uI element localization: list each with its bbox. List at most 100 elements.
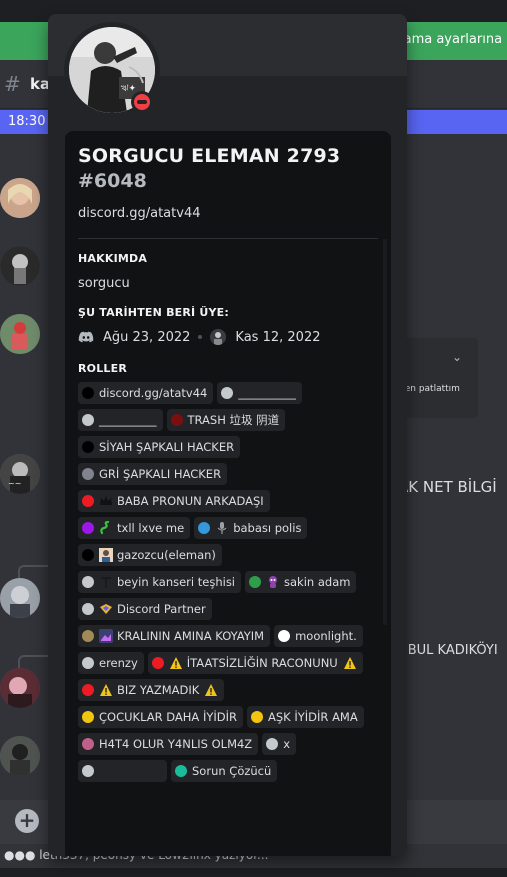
discord-join-date: Ağu 23, 2022 [103, 329, 191, 345]
microphone-icon [215, 521, 229, 535]
message-text: NBUL KADIKÖYI [398, 643, 498, 658]
embed-text: ben patlattım [399, 384, 460, 394]
notification-banner-text: lama ayarlarına [400, 32, 503, 47]
role-pill[interactable]: GRİ ŞAPKALI HACKER [78, 463, 228, 485]
discord-logo-icon [78, 331, 94, 343]
status-indicator [131, 91, 153, 113]
message-text: AK NET BİLGİ [398, 478, 497, 496]
role-name: BABA PRONUN ARKADAŞI [117, 494, 264, 508]
role-color-dot [170, 414, 183, 426]
role-color-dot [175, 765, 187, 777]
role-color-dot [82, 684, 94, 696]
role-color-dot [82, 549, 94, 561]
role-pill[interactable]: __________ [217, 382, 302, 404]
new-messages-time: 18:30 [8, 114, 46, 129]
role-pill[interactable]: __________ [78, 409, 163, 431]
roles-title: ROLLER [78, 362, 128, 375]
avatar[interactable] [0, 668, 40, 708]
display-name[interactable]: SORGUCU ELEMAN 2793 [78, 145, 340, 167]
role-color-dot [278, 630, 291, 642]
role-pill[interactable]: TRASH 垃圾 阴道 [166, 409, 286, 431]
avatar[interactable] [0, 314, 40, 354]
role-pill[interactable]: SİYAH ŞAPKALI HACKER [78, 436, 241, 458]
role-name: beyin kanseri teşhisi [117, 575, 236, 589]
role-name: babası polis [233, 521, 302, 535]
role-color-dot [82, 711, 94, 723]
role-pill[interactable]: erenzy [78, 652, 144, 674]
server-join-date: Kas 12, 2022 [235, 329, 321, 345]
about-me-title: HAKKIMDA [78, 252, 148, 265]
do-not-disturb-icon [134, 94, 150, 110]
role-pill[interactable]: AŞK İYİDİR AMA [247, 706, 364, 728]
role-color-dot [198, 522, 211, 534]
role-name: discord.gg/atatv44 [99, 386, 208, 400]
t-letter-icon [99, 575, 113, 589]
role-color-dot [82, 738, 94, 750]
role-pill[interactable]: BIZ YAZMADIK [78, 679, 225, 701]
role-pill[interactable]: discord.gg/atatv44 [78, 382, 214, 404]
role-color-dot [82, 387, 94, 399]
role-name: Sorun Çözücü [192, 764, 272, 778]
role-pill[interactable]: ÇOCUKLAR DAHA İYİDİR [78, 706, 243, 728]
divider [78, 238, 378, 239]
role-name: TRASH 垃圾 阴道 [187, 413, 280, 427]
role-name: AŞK İYİDİR AMA [268, 710, 358, 724]
partner-icon [99, 602, 113, 616]
window-bottom-strip [0, 868, 507, 877]
role-color-dot [221, 387, 234, 399]
role-pill[interactable]: BABA PRONUN ARKADAŞI [78, 490, 270, 512]
member-since-title: ŞU TARİHTEN BERİ ÜYE: [78, 306, 229, 319]
role-pill[interactable]: beyin kanseri teşhisi [78, 571, 242, 593]
role-name: moonlight. [295, 629, 357, 643]
server-icon [210, 329, 227, 345]
role-pill[interactable]: İTAATSİZLİĞİN RACONUNU [147, 652, 363, 674]
about-me-text: sorgucu [78, 276, 130, 291]
role-pill[interactable]: x [262, 733, 296, 755]
role-pill[interactable]: KRALININ AMINA KOYAYIM [78, 625, 271, 647]
role-pill[interactable]: gazozcu(eleman) [78, 544, 222, 566]
role-pill[interactable]: moonlight. [274, 625, 363, 647]
snake-icon [99, 521, 113, 535]
role-name: Discord Partner [117, 602, 206, 616]
scrollbar-thumb[interactable] [383, 239, 387, 625]
role-name: txll lxve me [117, 521, 185, 535]
warning-icon [99, 683, 113, 697]
role-color-dot [249, 576, 262, 588]
role-color-dot [266, 738, 279, 750]
member-since-row: Ağu 23, 2022 Kas 12, 2022 [78, 327, 320, 347]
role-pill[interactable] [78, 760, 167, 782]
role-pill[interactable]: Sorun Çözücü [171, 760, 278, 782]
custom-status: discord.gg/atatv44 [78, 206, 201, 221]
role-name: ÇOCUKLAR DAHA İYİDİR [99, 710, 237, 724]
crown-icon [99, 494, 113, 508]
avatar[interactable] [0, 736, 40, 776]
roles-list: discord.gg/atatv44 __________ __________ TR… [78, 382, 380, 782]
svg-text:~~: ~~ [8, 479, 21, 488]
role-color-dot [251, 711, 263, 723]
role-pill[interactable]: sakin adam [245, 571, 357, 593]
discriminator[interactable]: #6048 [78, 170, 147, 192]
alien-icon [266, 575, 280, 589]
role-color-dot [82, 522, 94, 534]
role-pill[interactable]: H4T4 OLUR Y4NLIS OLM4Z [78, 733, 259, 755]
role-color-dot [82, 495, 94, 507]
chevron-down-icon[interactable]: ⌄ [452, 350, 462, 364]
add-attachment-button[interactable]: + [15, 809, 39, 833]
role-color-dot [82, 576, 94, 588]
role-name: SİYAH ŞAPKALI HACKER [99, 440, 235, 454]
role-color-dot [82, 414, 94, 426]
role-pill[interactable]: Discord Partner [78, 598, 212, 620]
role-name: __________ [99, 413, 157, 427]
avatar[interactable]: ~~ [0, 454, 40, 494]
role-color-dot [82, 657, 94, 669]
role-color-dot [82, 630, 94, 642]
avatar[interactable] [0, 178, 40, 218]
role-pill[interactable]: txll lxve me [78, 517, 191, 539]
role-pill[interactable]: babası polis [194, 517, 308, 539]
warning-icon [343, 656, 357, 670]
hashtag-icon: # [4, 72, 21, 96]
user-profile-popout: ঋ✦ SORGUCU ELEMAN 2793 #6048 discord.gg/… [48, 14, 407, 856]
person-icon [99, 548, 113, 562]
avatar[interactable] [0, 246, 40, 286]
avatar[interactable] [0, 578, 40, 618]
